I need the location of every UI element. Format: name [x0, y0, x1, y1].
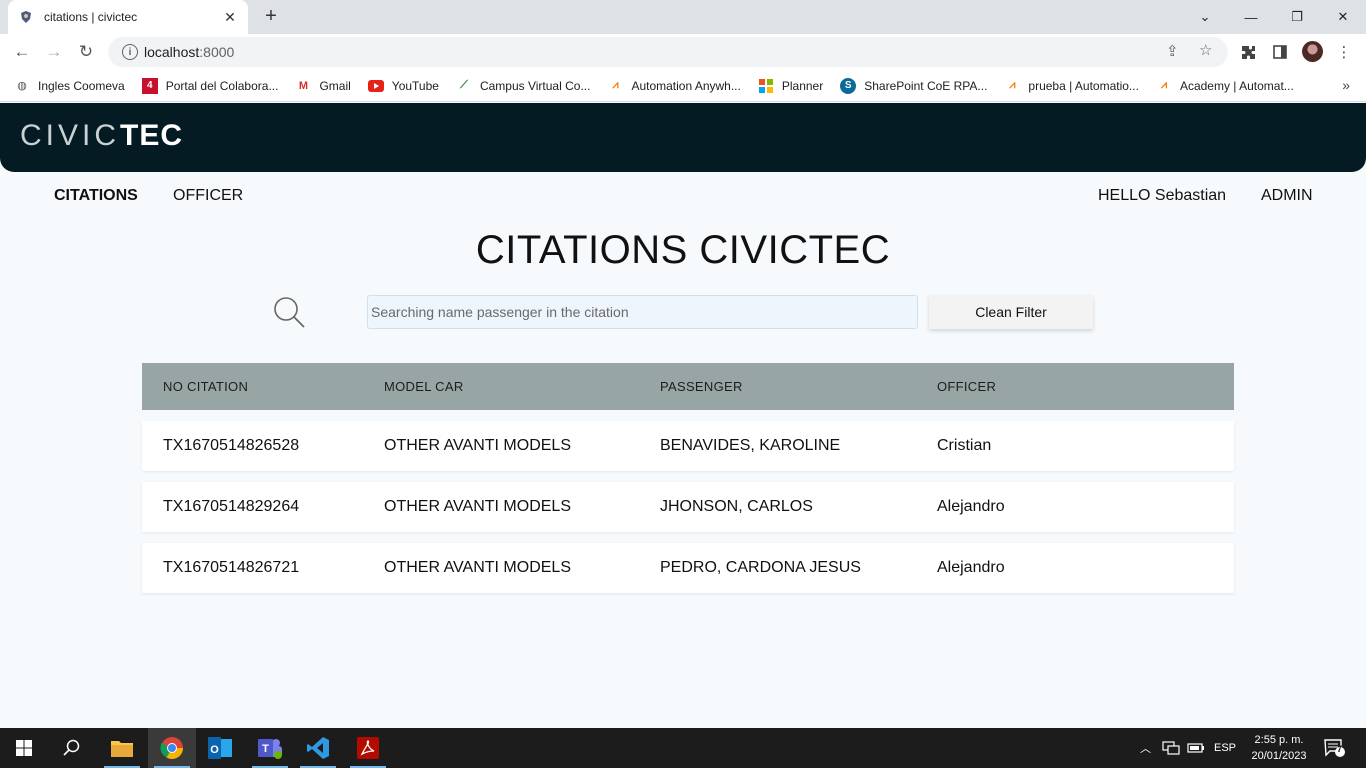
extensions-icon[interactable]: [1238, 42, 1258, 62]
bookmark-item[interactable]: ⩘ Academy | Automat...: [1156, 78, 1294, 94]
outlook-icon[interactable]: O: [196, 728, 244, 768]
bookmark-item[interactable]: M Gmail: [295, 78, 351, 94]
automation-anywhere-icon: ⩘: [1009, 79, 1016, 91]
notification-count: 7: [1337, 744, 1343, 754]
close-window-button[interactable]: ✕: [1320, 0, 1366, 34]
search-taskbar-icon[interactable]: [48, 728, 96, 768]
bookmark-item[interactable]: YouTube: [367, 78, 439, 94]
passenger: JHONSON, CARLOS: [660, 498, 813, 515]
model-car: OTHER AVANTI MODELS: [384, 498, 571, 515]
vscode-icon[interactable]: [294, 728, 342, 768]
column-header: NO CITATION: [163, 379, 249, 394]
model-car: OTHER AVANTI MODELS: [384, 559, 571, 576]
bookmark-item[interactable]: ⩘ Automation Anywh...: [607, 78, 741, 94]
more-bookmarks-icon[interactable]: »: [1342, 77, 1350, 93]
officer: Alejandro: [937, 559, 1005, 576]
profile-avatar[interactable]: [1302, 41, 1323, 62]
citation-number: TX1670514829264: [163, 498, 300, 515]
url-text: localhost:8000: [144, 44, 235, 60]
globe-icon: ◍: [17, 80, 27, 92]
officer: Alejandro: [937, 498, 1005, 515]
svg-text:O: O: [210, 744, 219, 756]
gmail-icon: M: [298, 79, 309, 92]
windows-start-icon[interactable]: [0, 728, 48, 768]
address-bar[interactable]: i localhost:8000: [108, 37, 1228, 67]
table-row[interactable]: TX1670514826528 OTHER AVANTI MODELS BENA…: [142, 421, 1234, 471]
search-icon: [272, 295, 306, 334]
model-car: OTHER AVANTI MODELS: [384, 437, 571, 454]
column-header: OFFICER: [937, 379, 997, 394]
user-greeting: HELLO Sebastian: [1098, 187, 1227, 204]
clock-time: 2:55 p. m.: [1254, 734, 1304, 746]
app-header: CIVICTEC: [0, 103, 1366, 172]
table-row[interactable]: TX1670514829264 OTHER AVANTI MODELS JHON…: [142, 482, 1234, 532]
passenger: BENAVIDES, KAROLINE: [660, 437, 841, 454]
nav-officer-link[interactable]: OFFICER: [173, 187, 243, 205]
bookmark-item[interactable]: 4 Portal del Colabora...: [141, 77, 278, 94]
teams-icon[interactable]: T: [246, 728, 294, 768]
bookmark-star-icon[interactable]: ☆: [1199, 41, 1212, 59]
page-title: CITATIONS CIVICTEC: [475, 228, 891, 272]
tab-search-icon[interactable]: ⌄: [1182, 0, 1228, 34]
nav-citations-link[interactable]: CITATIONS: [54, 187, 138, 205]
site-info-icon[interactable]: i: [122, 44, 138, 60]
automation-anywhere-icon: ⩘: [612, 79, 619, 91]
reload-button[interactable]: ↻: [74, 40, 98, 64]
language-indicator[interactable]: ESP: [1214, 728, 1236, 768]
citation-number: TX1670514826528: [163, 437, 300, 454]
bookmark-item[interactable]: ⟋ Campus Virtual Co...: [456, 78, 590, 94]
tab-title: citations | civictec: [44, 10, 138, 24]
back-button[interactable]: ←: [10, 40, 34, 64]
bookmark-item[interactable]: S SharePoint CoE RPA...: [840, 77, 987, 94]
browser-toolbar: ← → ↻ i localhost:8000 ⇪ ☆ ⋮: [0, 34, 1366, 70]
youtube-icon: [367, 78, 384, 94]
battery-icon[interactable]: [1187, 728, 1205, 768]
nav-admin-link[interactable]: ADMIN: [1261, 187, 1313, 205]
sharepoint-icon: S: [840, 77, 857, 94]
bookmarks-bar: ◍ Ingles Coomeva 4 Portal del Colabora... …: [0, 70, 1366, 102]
campus-icon: ⟋: [460, 79, 468, 91]
browser-tab[interactable]: citations | civictec ✕: [8, 0, 248, 34]
restore-button[interactable]: ❐: [1274, 0, 1320, 34]
civictec-logo: CIVICTEC: [20, 119, 184, 152]
tab-close-icon[interactable]: ✕: [222, 9, 238, 26]
notification-center-icon[interactable]: 7: [1324, 728, 1346, 768]
side-panel-icon[interactable]: [1270, 42, 1290, 62]
column-header: MODEL CAR: [384, 379, 464, 394]
svg-text:T: T: [262, 743, 269, 755]
new-tab-button[interactable]: +: [260, 5, 282, 27]
officer: Cristian: [937, 437, 992, 454]
citation-number: TX1670514826721: [163, 559, 300, 576]
column-header: PASSENGER: [660, 379, 743, 394]
table-header: NO CITATION MODEL CAR PASSENGER OFFICER: [142, 363, 1234, 410]
minimize-button[interactable]: —: [1228, 0, 1274, 34]
browser-tab-strip: citations | civictec ✕ + ⌄ — ❐ ✕: [0, 0, 1366, 34]
automation-anywhere-icon: ⩘: [1160, 79, 1168, 91]
network-icon[interactable]: [1162, 728, 1180, 768]
clean-filter-button[interactable]: Clean Filter: [929, 295, 1093, 329]
passenger: PEDRO, CARDONA JESUS: [660, 559, 861, 576]
chrome-icon[interactable]: [148, 728, 196, 768]
menu-kebab-icon[interactable]: ⋮: [1334, 42, 1354, 62]
police-badge-icon: [18, 9, 34, 25]
taskbar-clock[interactable]: 2:55 p. m. 20/01/2023: [1244, 732, 1314, 764]
bookmark-item[interactable]: Planner: [758, 78, 823, 94]
windows-taskbar: O T ︿ ESP 2:55 p. m. 20/01/2023 7: [0, 728, 1366, 768]
planner-icon: [758, 78, 774, 94]
portal-icon: 4: [141, 77, 158, 94]
clock-date: 20/01/2023: [1251, 750, 1307, 762]
table-row[interactable]: TX1670514826721 OTHER AVANTI MODELS PEDR…: [142, 543, 1234, 593]
share-icon[interactable]: ⇪: [1166, 42, 1179, 60]
bookmark-item[interactable]: ⩘ prueba | Automatio...: [1004, 78, 1139, 94]
search-input[interactable]: [367, 295, 918, 329]
file-explorer-icon[interactable]: [98, 728, 146, 768]
bookmark-item[interactable]: ◍ Ingles Coomeva: [14, 78, 125, 94]
app-nav: CITATIONS OFFICER HELLO Sebastian ADMIN: [0, 172, 1366, 222]
show-hidden-icons[interactable]: ︿: [1140, 728, 1151, 768]
acrobat-icon[interactable]: [344, 728, 392, 768]
forward-button[interactable]: →: [42, 40, 66, 64]
